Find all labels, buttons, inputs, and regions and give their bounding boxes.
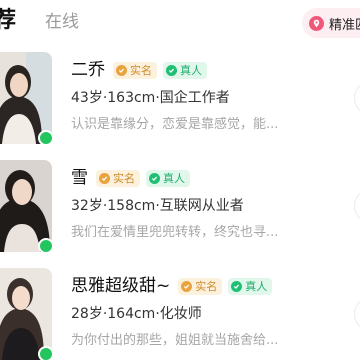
real-person-badge: 真人 [146,169,190,187]
verified-icon [116,64,127,76]
profile-name: 思雅超级甜~ [71,276,171,296]
check-icon [231,280,243,292]
greet-button[interactable] [354,296,360,332]
verified-badge: 实名 [96,169,140,187]
profile-details: 43岁·163cm·国企工作者 [71,90,230,106]
verified-label: 实名 [130,64,152,77]
tab-recommend[interactable]: 荐 [0,4,16,38]
profile-name: 二乔 [71,60,105,80]
profile-card[interactable]: 雪 实名 真人 32岁·158cm·互联网从业者 我们在爱情里兜兜转转，终究也寻… [0,160,360,264]
online-status-dot [38,130,54,146]
greet-button[interactable] [354,80,360,116]
real-person-label: 真人 [180,64,202,77]
real-person-label: 真人 [245,280,268,293]
verified-icon [181,280,193,292]
precise-match-button[interactable]: 精准匹 [302,8,360,38]
real-person-badge: 真人 [228,277,273,295]
check-icon [149,172,160,184]
profile-details: 32岁·158cm·互联网从业者 [71,198,244,214]
verified-icon [99,172,110,184]
profile-name: 雪 [71,168,88,188]
name-row: 二乔 实名 真人 [71,57,207,83]
verified-label: 实名 [195,280,218,293]
verified-label: 实名 [113,172,135,185]
real-person-label: 真人 [163,172,185,185]
profile-bio: 我们在爱情里兜兜转转，终究也寻... [71,225,279,240]
profile-details: 28岁·164cm·化妆师 [71,306,202,322]
verified-badge: 实名 [178,277,223,295]
verified-badge: 实名 [113,61,157,79]
real-person-badge: 真人 [163,61,207,79]
precise-match-label: 精准匹 [329,17,360,33]
recommend-page: 荐 在线 精准匹 二乔 [0,0,360,360]
online-status-dot [38,238,54,254]
profile-bio: 为你付出的那些，姐姐就当施舍给... [71,333,279,348]
location-pin-icon [309,15,324,31]
profile-card[interactable]: 思雅超级甜~ 实名 真人 28岁·164cm·化妆师 为你付出的那些，姐姐就当施… [0,268,360,360]
profile-card[interactable]: 二乔 实名 真人 43岁·163cm·国企工作者 认识是靠缘分，恋爱是靠感觉，能… [0,52,360,156]
greet-button[interactable] [354,188,360,224]
name-row: 思雅超级甜~ 实名 真人 [71,273,273,299]
tab-online[interactable]: 在线 [45,8,79,36]
name-row: 雪 实名 真人 [71,165,190,191]
online-status-dot [38,346,54,360]
check-icon [166,64,177,76]
profile-bio: 认识是靠缘分，恋爱是靠感觉，能... [71,117,279,132]
